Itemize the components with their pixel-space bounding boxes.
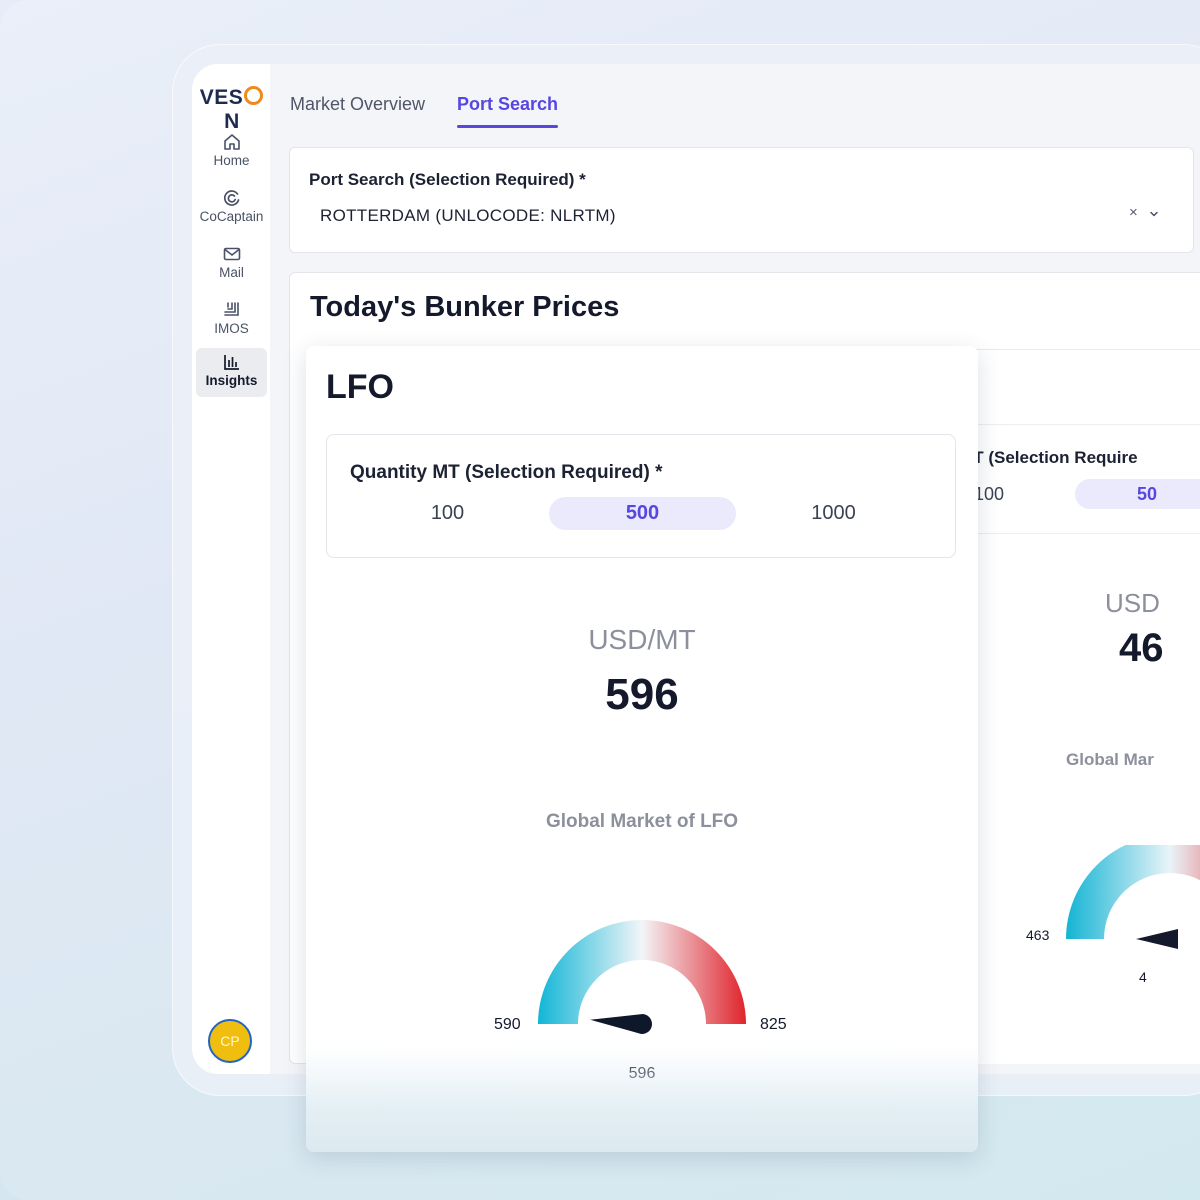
secondary-unit-label: USD: [1105, 588, 1160, 618]
home-icon: [223, 134, 240, 150]
clear-selection-icon[interactable]: ×: [1129, 204, 1138, 221]
quantity-option-1000[interactable]: 1000: [740, 497, 927, 530]
bunker-prices-title: Today's Bunker Prices: [310, 291, 620, 323]
secondary-selected-label: 50: [1137, 484, 1158, 504]
sidebar-item-label: CoCaptain: [199, 209, 264, 224]
sidebar-item-home[interactable]: Home: [196, 128, 267, 177]
port-search-select[interactable]: ROTTERDAM (UNLOCODE: NLRTM): [320, 206, 616, 226]
cocaptain-icon: [223, 190, 239, 206]
imos-icon: [223, 302, 239, 316]
user-avatar[interactable]: CP: [208, 1019, 252, 1063]
card-bottom-fade: [306, 1046, 978, 1152]
sidebar-item-insights[interactable]: Insights: [196, 348, 267, 397]
sidebar-item-label: Home: [213, 153, 250, 168]
gauge-needle: [590, 1014, 652, 1034]
bar-chart-icon: [223, 355, 239, 370]
quantity-option-500[interactable]: 500: [549, 497, 736, 530]
chevron-down-icon[interactable]: [1148, 208, 1160, 220]
sidebar-item-label: IMOS: [214, 321, 249, 336]
secondary-quantity-option-selected[interactable]: 50: [1075, 479, 1200, 509]
quantity-label: Quantity MT (Selection Required) *: [350, 462, 663, 483]
fuel-title: LFO: [326, 368, 394, 406]
port-search-card: Port Search (Selection Required) * ROTTE…: [289, 147, 1194, 253]
price-unit-label: USD/MT: [588, 624, 696, 655]
price-gauge: [538, 920, 746, 1034]
secondary-global-market-label: Global Mar: [1066, 750, 1154, 769]
sidebar-item-label: Insights: [205, 373, 258, 388]
mail-icon: [223, 247, 240, 261]
tab-port-search[interactable]: Port Search: [457, 94, 559, 128]
secondary-quantity-option-100[interactable]: 100: [974, 484, 1004, 505]
global-market-label: Global Market of LFO: [545, 811, 739, 832]
secondary-gauge-current: 4: [1139, 969, 1147, 985]
sidebar-item-cocaptain[interactable]: CoCaptain: [196, 184, 267, 233]
sidebar: VESN Home CoCaptain Mail IMOS Insights C…: [192, 64, 270, 1074]
price-value: 596: [605, 670, 679, 719]
logo-o-ring-icon: [244, 86, 264, 105]
gauge-max-label: 825: [760, 1016, 787, 1033]
secondary-price-value: 46: [1119, 626, 1164, 670]
gauge-arc: [538, 920, 746, 1024]
sidebar-item-imos[interactable]: IMOS: [196, 296, 267, 345]
sidebar-item-mail[interactable]: Mail: [196, 240, 267, 289]
quantity-selector: Quantity MT (Selection Required) * 100 5…: [326, 434, 956, 558]
sidebar-item-label: Mail: [219, 265, 244, 280]
tab-market-overview[interactable]: Market Overview: [290, 94, 425, 115]
logo-text-prefix: VES: [199, 86, 244, 109]
secondary-price-gauge: [1066, 845, 1200, 949]
gauge-min-label: 590: [494, 1016, 521, 1033]
veson-logo[interactable]: VESN: [196, 86, 268, 134]
lfo-price-card: LFO Quantity MT (Selection Required) * 1…: [306, 346, 978, 1152]
port-search-label: Port Search (Selection Required) *: [309, 170, 586, 189]
secondary-gauge-min: 463: [1026, 927, 1050, 943]
quantity-option-100[interactable]: 100: [354, 497, 541, 530]
